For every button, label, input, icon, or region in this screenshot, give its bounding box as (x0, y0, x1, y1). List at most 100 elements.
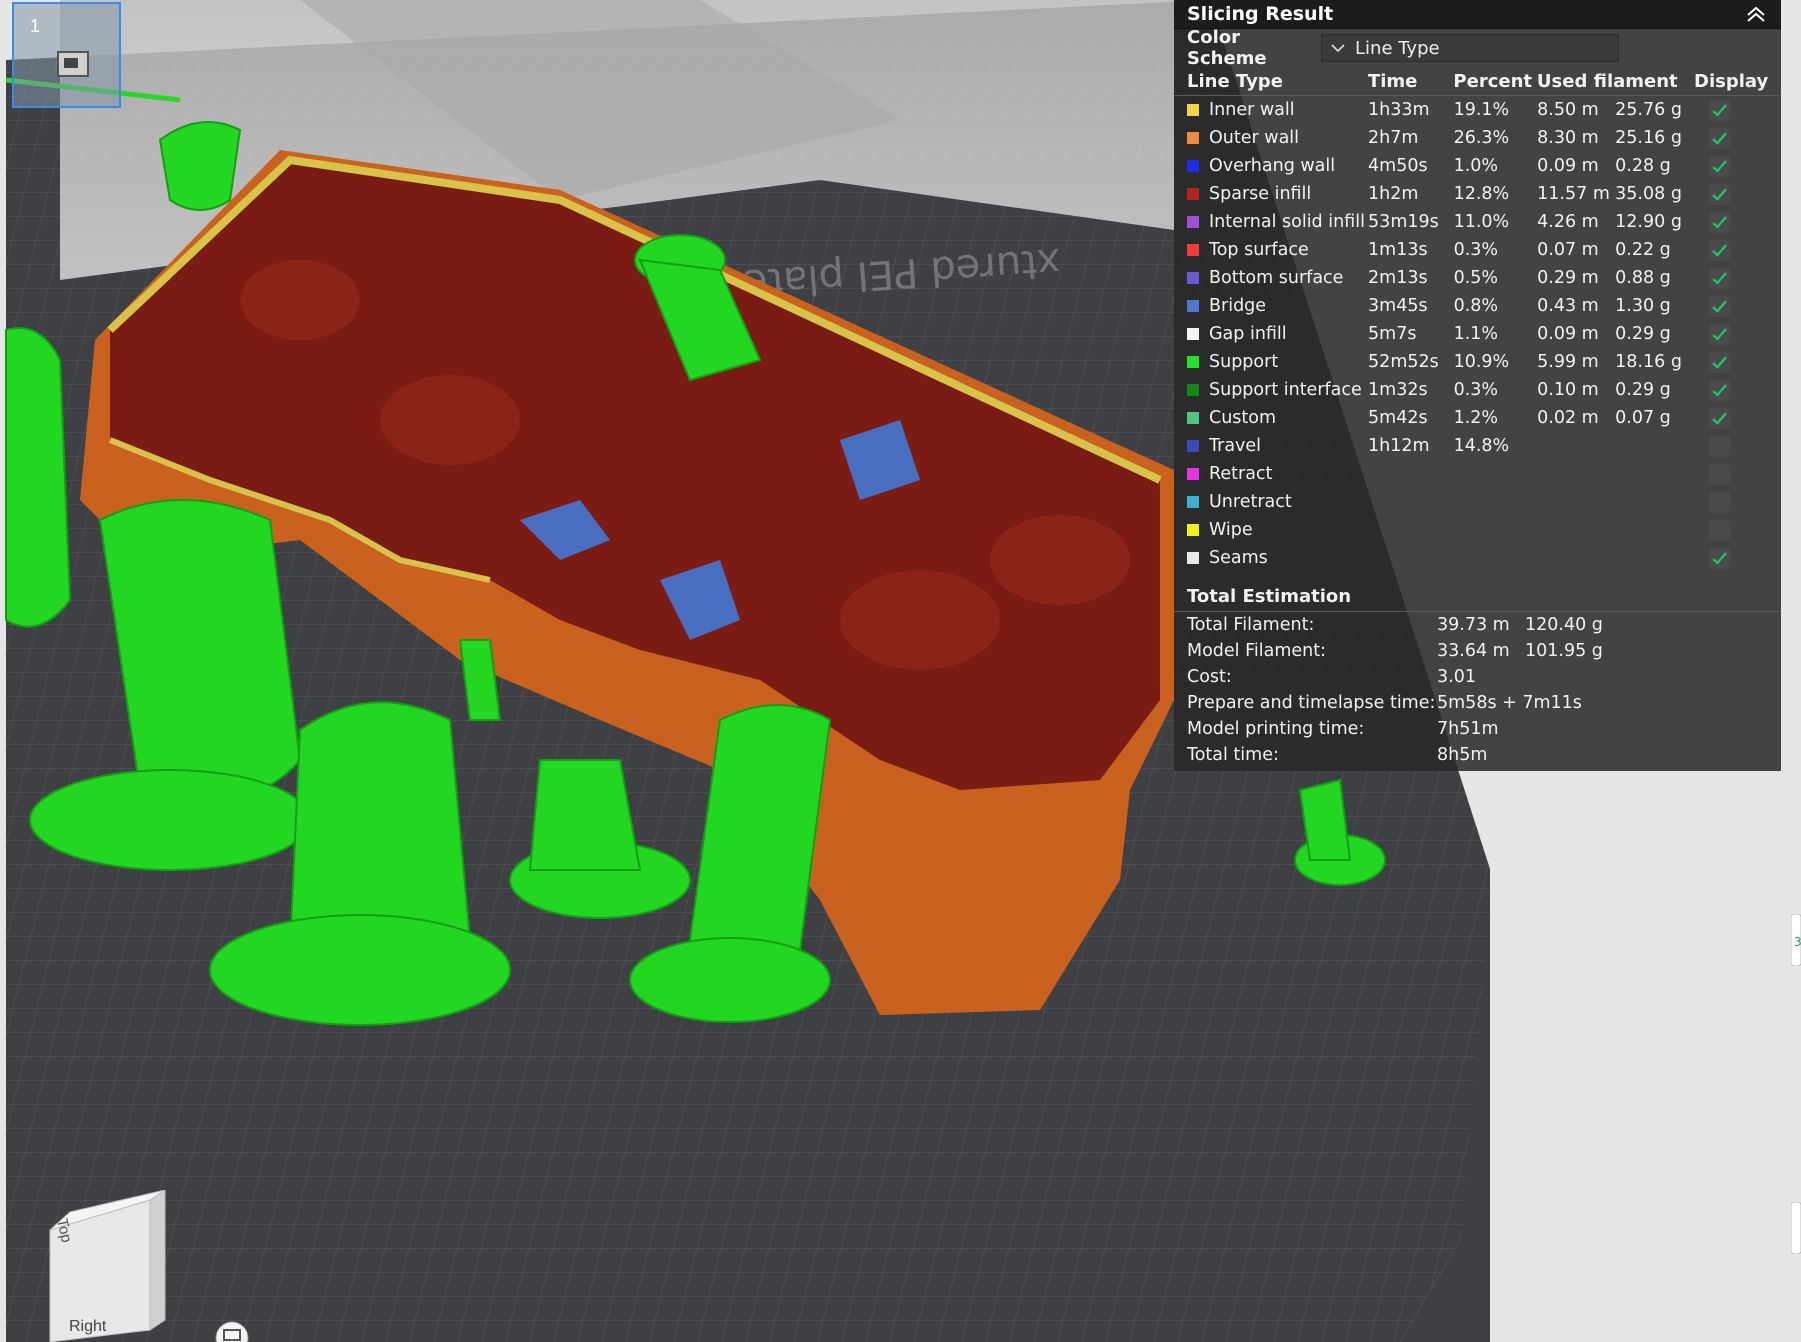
display-checkbox[interactable] (1709, 491, 1731, 513)
line-type-color-swatch (1187, 244, 1199, 256)
display-checkbox[interactable] (1709, 435, 1731, 457)
line-type-name-cell: Custom (1187, 408, 1368, 428)
line-type-percent: 1.0% (1453, 156, 1499, 176)
estimate-label: Total Filament: (1187, 615, 1315, 635)
line-type-time: 1h2m (1368, 184, 1419, 204)
display-checkbox[interactable] (1709, 519, 1731, 541)
line-type-grams: 25.76 g (1615, 100, 1682, 120)
line-type-name-cell: Sparse infill (1187, 184, 1368, 204)
line-type-name: Bottom surface (1209, 268, 1344, 288)
estimate-label: Cost: (1187, 667, 1232, 687)
line-type-meters: 11.57 m (1537, 184, 1610, 204)
line-type-display-cell (1694, 211, 1768, 233)
line-type-percent: 14.8% (1453, 436, 1510, 456)
line-type-row: Inner wall 1h33m 19.1% 8.50 m 25.76 g (1174, 96, 1781, 124)
line-type-used-filament: 8.50 m 25.76 g (1537, 100, 1694, 120)
line-type-row: Retract (1174, 460, 1781, 488)
display-checkbox[interactable] (1709, 99, 1731, 121)
side-panel-handle-lower[interactable] (1791, 1202, 1801, 1254)
column-header-time: Time (1367, 70, 1418, 92)
line-type-color-swatch (1187, 524, 1199, 536)
line-type-percent: 1.2% (1453, 408, 1499, 428)
display-checkbox[interactable] (1709, 155, 1731, 177)
line-type-percent: 0.3% (1453, 240, 1499, 260)
line-type-grams: 0.07 g (1615, 408, 1671, 428)
column-header-line-type: Line Type (1187, 70, 1283, 92)
line-type-row: Unretract (1174, 488, 1781, 516)
line-type-name: Gap infill (1209, 324, 1287, 344)
line-type-row: Sparse infill 1h2m 12.8% 11.57 m 35.08 g (1174, 180, 1781, 208)
side-panel-handle[interactable]: 3 (1791, 914, 1801, 966)
line-type-color-swatch (1187, 552, 1199, 564)
line-type-meters: 0.07 m (1537, 240, 1599, 260)
estimate-row: Cost: 3.01 (1174, 664, 1781, 690)
line-type-color-swatch (1187, 300, 1199, 312)
checkmark-icon (1712, 355, 1728, 369)
line-type-meters: 0.43 m (1537, 296, 1599, 316)
color-scheme-row: Color Scheme Line Type (1174, 27, 1781, 69)
display-checkbox[interactable] (1709, 267, 1731, 289)
svg-text:3: 3 (1794, 935, 1801, 949)
line-type-name-cell: Support interface (1187, 380, 1368, 400)
line-type-name-cell: Seams (1187, 548, 1368, 568)
line-type-grams: 0.22 g (1615, 240, 1671, 260)
color-scheme-label: Color Scheme (1187, 27, 1267, 69)
line-type-display-cell (1694, 267, 1768, 289)
checkmark-icon (1712, 243, 1728, 257)
collapse-up-icon[interactable] (1744, 3, 1768, 25)
color-scheme-dropdown[interactable]: Line Type (1321, 34, 1619, 62)
display-checkbox[interactable] (1709, 547, 1731, 569)
line-type-used-filament: 0.10 m 0.29 g (1537, 380, 1694, 400)
line-type-grams: 35.08 g (1615, 184, 1682, 204)
line-type-row: Bottom surface 2m13s 0.5% 0.29 m 0.88 g (1174, 264, 1781, 292)
line-type-percent: 26.3% (1453, 128, 1510, 148)
line-type-time: 1m13s (1368, 240, 1428, 260)
line-type-name-cell: Internal solid infill (1187, 212, 1368, 232)
line-type-name: Unretract (1209, 492, 1292, 512)
line-type-name: Custom (1209, 408, 1277, 428)
plate-thumbnail[interactable]: 1 (12, 2, 121, 108)
display-checkbox[interactable] (1709, 295, 1731, 317)
line-type-name-cell: Outer wall (1187, 128, 1368, 148)
display-checkbox[interactable] (1709, 127, 1731, 149)
line-type-color-swatch (1187, 104, 1199, 116)
plate-preview-icon (57, 51, 89, 77)
line-type-row: Gap infill 5m7s 1.1% 0.09 m 0.29 g (1174, 320, 1781, 348)
line-type-name: Support (1209, 352, 1279, 372)
line-type-grams: 25.16 g (1615, 128, 1682, 148)
color-scheme-value: Line Type (1355, 37, 1440, 59)
chevron-down-icon (1331, 44, 1345, 53)
line-type-name: Internal solid infill (1209, 212, 1365, 232)
display-checkbox[interactable] (1709, 463, 1731, 485)
line-type-name-cell: Bottom surface (1187, 268, 1368, 288)
line-type-time: 1h33m (1368, 100, 1430, 120)
line-type-name-cell: Wipe (1187, 520, 1368, 540)
line-type-table-header: Line Type Time Percent Used filament Dis… (1174, 67, 1781, 96)
panel-header: Slicing Result (1174, 0, 1781, 29)
display-checkbox[interactable] (1709, 379, 1731, 401)
line-type-display-cell (1694, 127, 1768, 149)
estimate-row: Prepare and timelapse time: 5m58s + 7m11s (1174, 690, 1781, 716)
line-type-row: Seams (1174, 544, 1781, 572)
display-checkbox[interactable] (1709, 239, 1731, 261)
line-type-row: Support 52m52s 10.9% 5.99 m 18.16 g (1174, 348, 1781, 376)
estimate-row: Model Filament: 33.64 m 101.95 g (1174, 638, 1781, 664)
estimate-value-primary: 39.73 m (1437, 615, 1510, 635)
display-checkbox[interactable] (1709, 351, 1731, 373)
line-type-name: Sparse infill (1209, 184, 1312, 204)
line-type-color-swatch (1187, 132, 1199, 144)
line-type-meters: 8.30 m (1537, 128, 1599, 148)
line-type-time: 3m45s (1368, 296, 1428, 316)
display-checkbox[interactable] (1709, 183, 1731, 205)
line-type-name: Seams (1209, 548, 1268, 568)
line-type-meters: 0.29 m (1537, 268, 1599, 288)
view-cube-right-label[interactable]: Right (69, 1318, 106, 1336)
column-header-display: Display (1694, 70, 1769, 92)
line-type-name: Wipe (1209, 520, 1253, 540)
camera-reset-icon[interactable] (212, 1316, 252, 1342)
estimate-value-primary: 7h51m (1437, 719, 1499, 739)
line-type-color-swatch (1187, 328, 1199, 340)
display-checkbox[interactable] (1709, 211, 1731, 233)
display-checkbox[interactable] (1709, 407, 1731, 429)
display-checkbox[interactable] (1709, 323, 1731, 345)
